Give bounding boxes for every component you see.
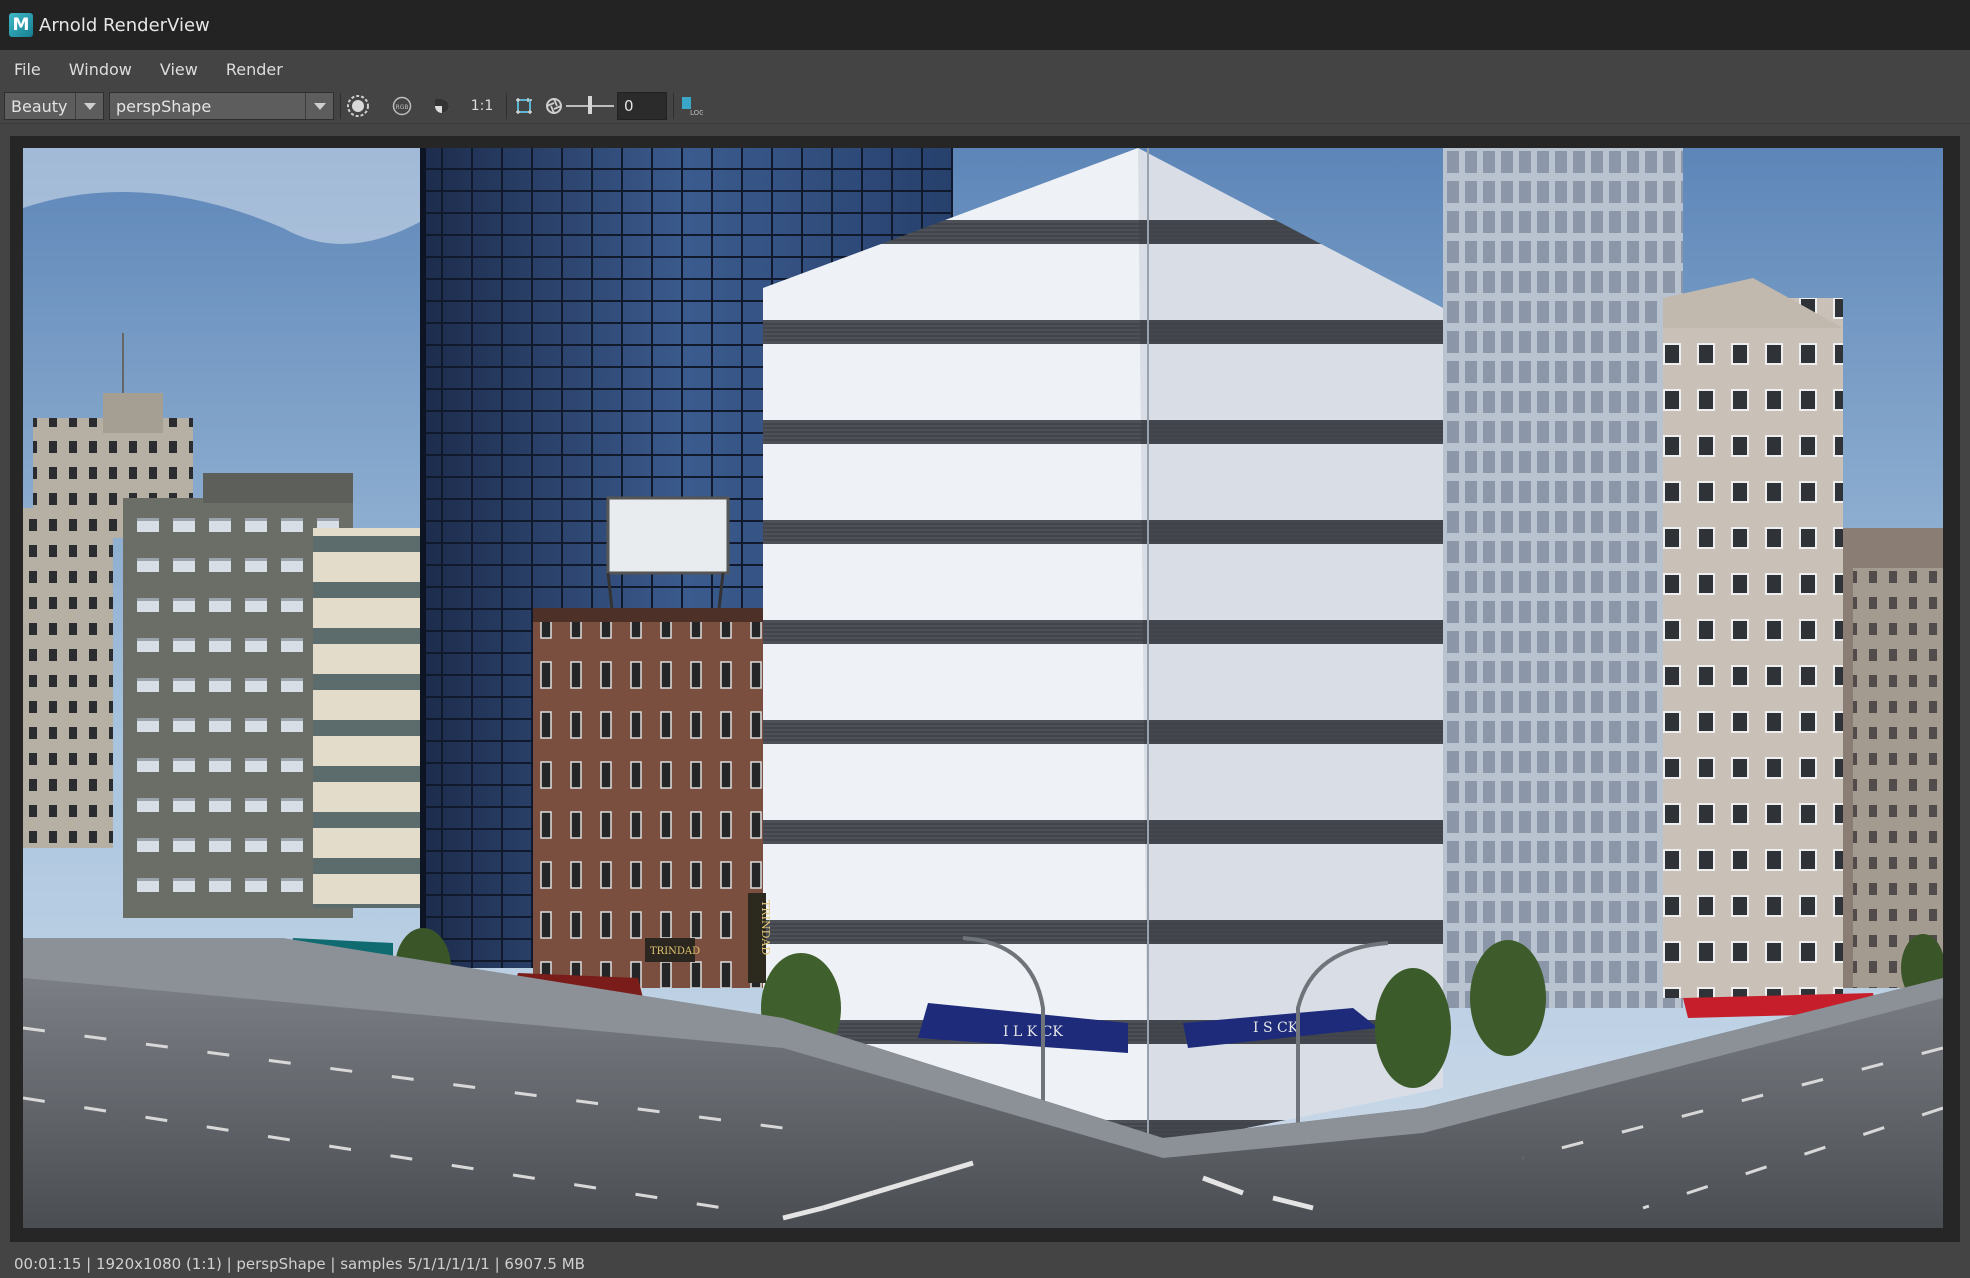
svg-text:TRINDAD: TRINDAD — [650, 946, 700, 957]
exposure-slider-handle[interactable] — [588, 96, 592, 114]
window-title: Arnold RenderView — [39, 14, 210, 36]
log-icon[interactable]: LOG — [677, 92, 705, 120]
exposure-aperture-icon[interactable] — [540, 92, 568, 120]
chevron-down-icon[interactable] — [305, 93, 333, 119]
camera-dropdown-value: perspShape — [116, 96, 212, 116]
menu-bar: File Window View Render — [0, 50, 1970, 88]
svg-text:I S CK: I S CK — [1253, 1020, 1299, 1036]
render-sphere-icon[interactable] — [344, 92, 372, 120]
svg-text:TRINDAD: TRINDAD — [759, 900, 772, 955]
svg-text:RGB: RGB — [396, 104, 409, 111]
menu-file[interactable]: File — [14, 60, 41, 79]
toolbar-separator — [673, 93, 674, 119]
toolbar-separator — [340, 93, 341, 119]
rgb-channel-icon[interactable]: RGB — [388, 92, 416, 120]
menu-render[interactable]: Render — [226, 60, 283, 79]
aov-dropdown[interactable]: Beauty — [4, 92, 104, 120]
camera-dropdown[interactable]: perspShape — [109, 92, 334, 120]
status-bar: 00:01:15 | 1920x1080 (1:1) | perspShape … — [0, 1250, 1970, 1278]
svg-text:I L K CK: I L K CK — [1003, 1024, 1063, 1040]
ratio-1-1-button[interactable]: 1:1 — [468, 92, 496, 120]
toolbar-separator — [506, 93, 507, 119]
maya-app-icon: M — [9, 13, 33, 37]
aov-dropdown-value: Beauty — [11, 96, 68, 116]
title-bar: M Arnold RenderView — [0, 0, 1970, 50]
menu-view[interactable]: View — [160, 60, 198, 79]
menu-window[interactable]: Window — [69, 60, 132, 79]
svg-text:LOG: LOG — [690, 109, 703, 117]
contrast-icon[interactable] — [428, 92, 456, 120]
chevron-down-icon[interactable] — [75, 93, 103, 119]
exposure-value-field[interactable]: 0 — [617, 92, 667, 120]
rendered-image[interactable]: I L K CK I S CK TRINDAD TRINDAD — [23, 148, 1943, 1228]
crop-region-icon[interactable] — [510, 92, 538, 120]
